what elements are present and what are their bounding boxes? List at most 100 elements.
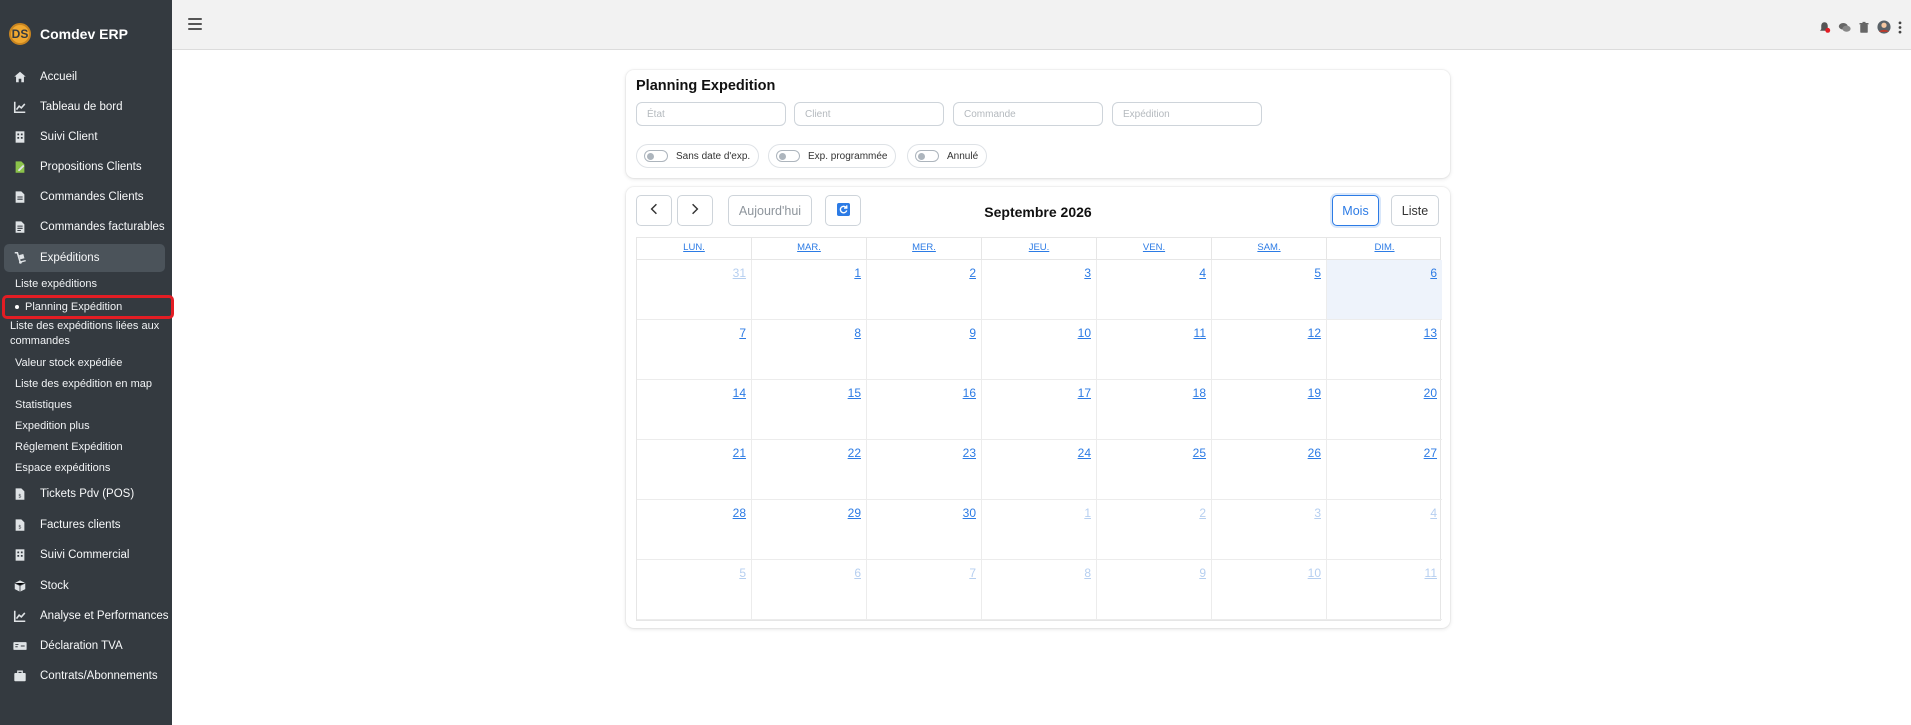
calendar-day-cell[interactable]: 1 xyxy=(752,260,867,320)
day-number[interactable]: 31 xyxy=(733,266,746,280)
sidebar-item-contrats-abonnements[interactable]: Contrats/Abonnements xyxy=(0,663,172,689)
client-filter-input[interactable]: Client xyxy=(794,102,944,126)
day-number[interactable]: 7 xyxy=(969,566,976,580)
calendar-day-cell[interactable]: 3 xyxy=(982,260,1097,320)
user-avatar-icon[interactable] xyxy=(1877,20,1891,34)
weekday-label[interactable]: DIM. xyxy=(1327,238,1442,259)
day-number[interactable]: 22 xyxy=(848,446,861,460)
day-number[interactable]: 21 xyxy=(733,446,746,460)
day-number[interactable]: 6 xyxy=(1430,266,1437,280)
day-number[interactable]: 10 xyxy=(1078,326,1091,340)
etat-filter-input[interactable]: État xyxy=(636,102,786,126)
next-month-button[interactable] xyxy=(677,195,713,226)
calendar-day-cell-today[interactable]: 6 xyxy=(1327,260,1442,320)
day-number[interactable]: 20 xyxy=(1424,386,1437,400)
calendar-day-cell[interactable]: 14 xyxy=(637,380,752,440)
calendar-day-cell[interactable]: 7 xyxy=(867,560,982,620)
sub-item-expeditions-liees-commandes[interactable]: Liste des expéditions liées aux commande… xyxy=(10,319,168,349)
toggle-switch-icon[interactable] xyxy=(776,150,800,162)
sub-item-reglement-expedition[interactable]: Réglement Expédition xyxy=(15,440,123,455)
calendar-day-cell[interactable]: 4 xyxy=(1327,500,1442,560)
day-number[interactable]: 2 xyxy=(969,266,976,280)
calendar-day-cell[interactable]: 11 xyxy=(1327,560,1442,620)
toggle-switch-icon[interactable] xyxy=(644,150,668,162)
toggle-annule[interactable]: Annulé xyxy=(907,144,988,168)
day-number[interactable]: 5 xyxy=(1314,266,1321,280)
day-number[interactable]: 11 xyxy=(1425,566,1437,580)
commande-filter-input[interactable]: Commande xyxy=(953,102,1103,126)
day-number[interactable]: 26 xyxy=(1308,446,1321,460)
day-number[interactable]: 16 xyxy=(963,386,976,400)
sidebar-item-commandes-facturables[interactable]: Commandes facturables xyxy=(0,214,172,240)
sidebar-item-analyse-performances[interactable]: Analyse et Performances xyxy=(0,603,172,629)
sidebar-item-factures-clients[interactable]: $ Factures clients xyxy=(0,512,172,538)
view-list-button[interactable]: Liste xyxy=(1391,195,1439,226)
day-number[interactable]: 19 xyxy=(1308,386,1321,400)
weekday-label[interactable]: SAM. xyxy=(1212,238,1327,259)
sidebar-item-suivi-client[interactable]: Suivi Client xyxy=(0,124,172,150)
calendar-day-cell[interactable]: 2 xyxy=(867,260,982,320)
day-number[interactable]: 15 xyxy=(848,386,861,400)
calendar-day-cell[interactable]: 19 xyxy=(1212,380,1327,440)
calendar-day-cell[interactable]: 31 xyxy=(637,260,752,320)
calendar-day-cell[interactable]: 23 xyxy=(867,440,982,500)
calendar-day-cell[interactable]: 10 xyxy=(1212,560,1327,620)
refresh-button[interactable] xyxy=(825,195,861,226)
bell-alert-icon[interactable] xyxy=(1817,20,1831,34)
day-number[interactable]: 28 xyxy=(733,506,746,520)
sub-item-valeur-stock-expediee[interactable]: Valeur stock expédiée xyxy=(15,356,122,371)
calendar-day-cell[interactable]: 27 xyxy=(1327,440,1442,500)
calendar-day-cell[interactable]: 9 xyxy=(867,320,982,380)
calendar-day-cell[interactable]: 9 xyxy=(1097,560,1212,620)
calendar-day-cell[interactable]: 26 xyxy=(1212,440,1327,500)
weekday-label[interactable]: JEU. xyxy=(982,238,1097,259)
calendar-day-cell[interactable]: 29 xyxy=(752,500,867,560)
sidebar-item-expeditions[interactable]: Expéditions xyxy=(4,244,165,272)
day-number[interactable]: 3 xyxy=(1084,266,1091,280)
calendar-day-cell[interactable]: 3 xyxy=(1212,500,1327,560)
day-number[interactable]: 3 xyxy=(1314,506,1321,520)
calendar-day-cell[interactable]: 11 xyxy=(1097,320,1212,380)
day-number[interactable]: 4 xyxy=(1199,266,1206,280)
brand[interactable]: DS Comdev ERP xyxy=(0,0,172,68)
toggle-switch-icon[interactable] xyxy=(915,150,939,162)
calendar-day-cell[interactable]: 7 xyxy=(637,320,752,380)
day-number[interactable]: 8 xyxy=(1084,566,1091,580)
weekday-label[interactable]: MER. xyxy=(867,238,982,259)
day-number[interactable]: 10 xyxy=(1308,566,1321,580)
sidebar-item-declaration-tva[interactable]: Déclaration TVA xyxy=(0,633,172,659)
day-number[interactable]: 8 xyxy=(854,326,861,340)
chat-icon[interactable] xyxy=(1837,20,1851,34)
calendar-day-cell[interactable]: 1 xyxy=(982,500,1097,560)
weekday-label[interactable]: MAR. xyxy=(752,238,867,259)
day-number[interactable]: 23 xyxy=(963,446,976,460)
sidebar-item-accueil[interactable]: Accueil xyxy=(0,64,172,90)
day-number[interactable]: 4 xyxy=(1430,506,1437,520)
day-number[interactable]: 9 xyxy=(969,326,976,340)
calendar-day-cell[interactable]: 22 xyxy=(752,440,867,500)
calendar-day-cell[interactable]: 4 xyxy=(1097,260,1212,320)
prev-month-button[interactable] xyxy=(636,195,672,226)
calendar-day-cell[interactable]: 8 xyxy=(752,320,867,380)
day-number[interactable]: 24 xyxy=(1078,446,1091,460)
calendar-day-cell[interactable]: 30 xyxy=(867,500,982,560)
toggle-sans-date-exp[interactable]: Sans date d'exp. xyxy=(636,144,760,168)
day-number[interactable]: 5 xyxy=(739,566,746,580)
calendar-day-cell[interactable]: 20 xyxy=(1327,380,1442,440)
trash-icon[interactable] xyxy=(1857,20,1871,34)
calendar-day-cell[interactable]: 25 xyxy=(1097,440,1212,500)
today-button[interactable]: Aujourd'hui xyxy=(728,195,812,226)
calendar-day-cell[interactable]: 5 xyxy=(637,560,752,620)
toggle-exp-programmee[interactable]: Exp. programmée xyxy=(768,144,897,168)
view-month-button[interactable]: Mois xyxy=(1332,195,1379,226)
day-number[interactable]: 14 xyxy=(733,386,746,400)
day-number[interactable]: 25 xyxy=(1193,446,1206,460)
calendar-day-cell[interactable]: 18 xyxy=(1097,380,1212,440)
calendar-day-cell[interactable]: 24 xyxy=(982,440,1097,500)
day-number[interactable]: 13 xyxy=(1424,326,1437,340)
day-number[interactable]: 2 xyxy=(1199,506,1206,520)
more-vertical-icon[interactable] xyxy=(1897,20,1903,34)
day-number[interactable]: 12 xyxy=(1308,326,1321,340)
day-number[interactable]: 18 xyxy=(1193,386,1206,400)
calendar-day-cell[interactable]: 17 xyxy=(982,380,1097,440)
